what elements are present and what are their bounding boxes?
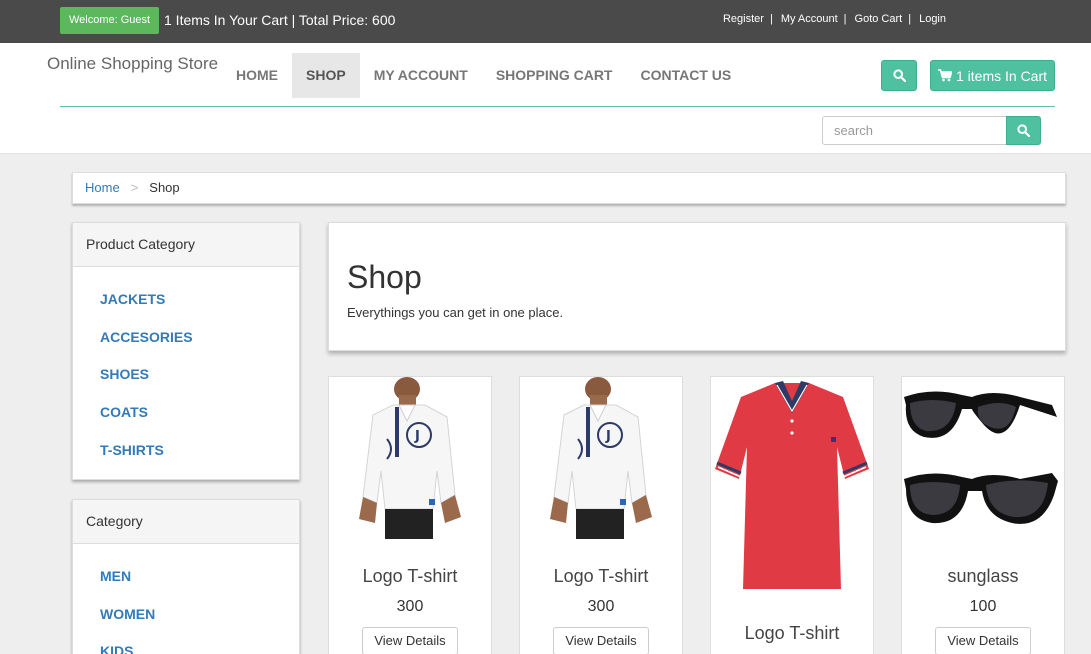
nav-shop[interactable]: SHOP [292, 53, 360, 98]
cart-button-label: 1 items In Cart [955, 67, 1048, 84]
sunglasses-image[interactable] [902, 377, 1064, 547]
category-link-jackets[interactable]: JACKETS [100, 281, 299, 319]
search-icon [1017, 124, 1030, 137]
category-link-kids[interactable]: KIDS [100, 633, 299, 654]
view-details-button[interactable]: View Details [362, 627, 458, 654]
search-toggle-button[interactable] [881, 60, 917, 91]
category-link-t-shirts[interactable]: T-SHIRTS [100, 432, 299, 470]
product-price: 300 [587, 598, 615, 615]
cart-summary: 1 Items In Your Cart | Total Price: 600 [164, 12, 396, 28]
product-name[interactable]: sunglass [902, 566, 1064, 587]
nav-home[interactable]: HOME [222, 53, 292, 98]
breadcrumb: Home > Shop [72, 172, 1066, 204]
view-details-button[interactable]: View Details [935, 627, 1031, 654]
breadcrumb-current: Shop [149, 180, 180, 195]
product-card: J Logo T-shirt 300 View Details [519, 376, 683, 654]
category-link-accesories[interactable]: ACCESORIES [100, 319, 299, 357]
product-category-list: JACKETS ACCESORIES SHOES COATS T-SHIRTS [73, 267, 299, 469]
product-price: 300 [396, 598, 424, 615]
login-link[interactable]: Login [919, 13, 946, 25]
product-card: J Logo T-shirt 300 View Details [328, 376, 492, 654]
main-nav: HOME SHOP MY ACCOUNT SHOPPING CART CONTA… [222, 53, 745, 98]
product-category-panel: Product Category JACKETS ACCESORIES SHOE… [72, 222, 300, 480]
product-category-title: Product Category [73, 223, 299, 267]
shopping-cart-icon [937, 69, 952, 82]
category-link-coats[interactable]: COATS [100, 394, 299, 432]
category-title: Category [73, 500, 299, 544]
brand-name[interactable]: Online Shopping Store [47, 54, 218, 74]
header-divider [60, 106, 1055, 107]
product-price: 100 [969, 598, 997, 615]
product-name[interactable]: Logo T-shirt [520, 566, 682, 587]
link-separator: | [908, 13, 912, 25]
nav-shopping-cart[interactable]: SHOPPING CART [482, 53, 627, 98]
search-input[interactable] [822, 116, 1007, 145]
link-separator: | [769, 13, 773, 25]
view-details-button[interactable]: View Details [553, 627, 649, 654]
top-links: Register | My Account | Goto Cart | Logi… [723, 13, 946, 25]
category-panel: Category MEN WOMEN KIDS [72, 499, 300, 654]
svg-text:J: J [605, 429, 611, 444]
goto-cart-link[interactable]: Goto Cart [855, 13, 903, 25]
breadcrumb-home[interactable]: Home [85, 173, 120, 203]
nav-contact-us[interactable]: CONTACT US [627, 53, 746, 98]
site-header: Online Shopping Store HOME SHOP MY ACCOU… [0, 43, 1091, 154]
link-separator: | [843, 13, 847, 25]
my-account-link[interactable]: My Account [781, 13, 838, 25]
cart-button[interactable]: 1 items In Cart [930, 60, 1055, 91]
product-name[interactable]: Logo T-shirt [329, 566, 491, 587]
category-list: MEN WOMEN KIDS [73, 544, 299, 654]
product-name[interactable]: Logo T-shirt [711, 623, 873, 644]
page-subtitle: Everythings you can get in one place. [347, 305, 564, 320]
red-polo-image[interactable] [711, 377, 873, 602]
shop-jumbotron: Shop Everythings you can get in one plac… [328, 222, 1066, 351]
svg-text:J: J [414, 429, 420, 444]
white-polo-model-image[interactable]: J [520, 377, 682, 547]
breadcrumb-separator: > [130, 180, 139, 195]
welcome-badge: Welcome: Guest [60, 7, 160, 34]
category-link-shoes[interactable]: SHOES [100, 356, 299, 394]
category-link-men[interactable]: MEN [100, 558, 299, 596]
search-submit-button[interactable] [1006, 116, 1041, 145]
category-link-women[interactable]: WOMEN [100, 596, 299, 634]
nav-my-account[interactable]: MY ACCOUNT [360, 53, 482, 98]
product-card: sunglass 100 View Details [901, 376, 1065, 654]
search-icon [892, 69, 906, 82]
product-card: Logo T-shirt [710, 376, 874, 654]
top-bar: Welcome: Guest 1 Items In Your Cart | To… [0, 0, 1091, 43]
register-link[interactable]: Register [723, 13, 764, 25]
white-polo-model-image[interactable]: J [329, 377, 491, 547]
page-title: Shop [347, 259, 422, 295]
